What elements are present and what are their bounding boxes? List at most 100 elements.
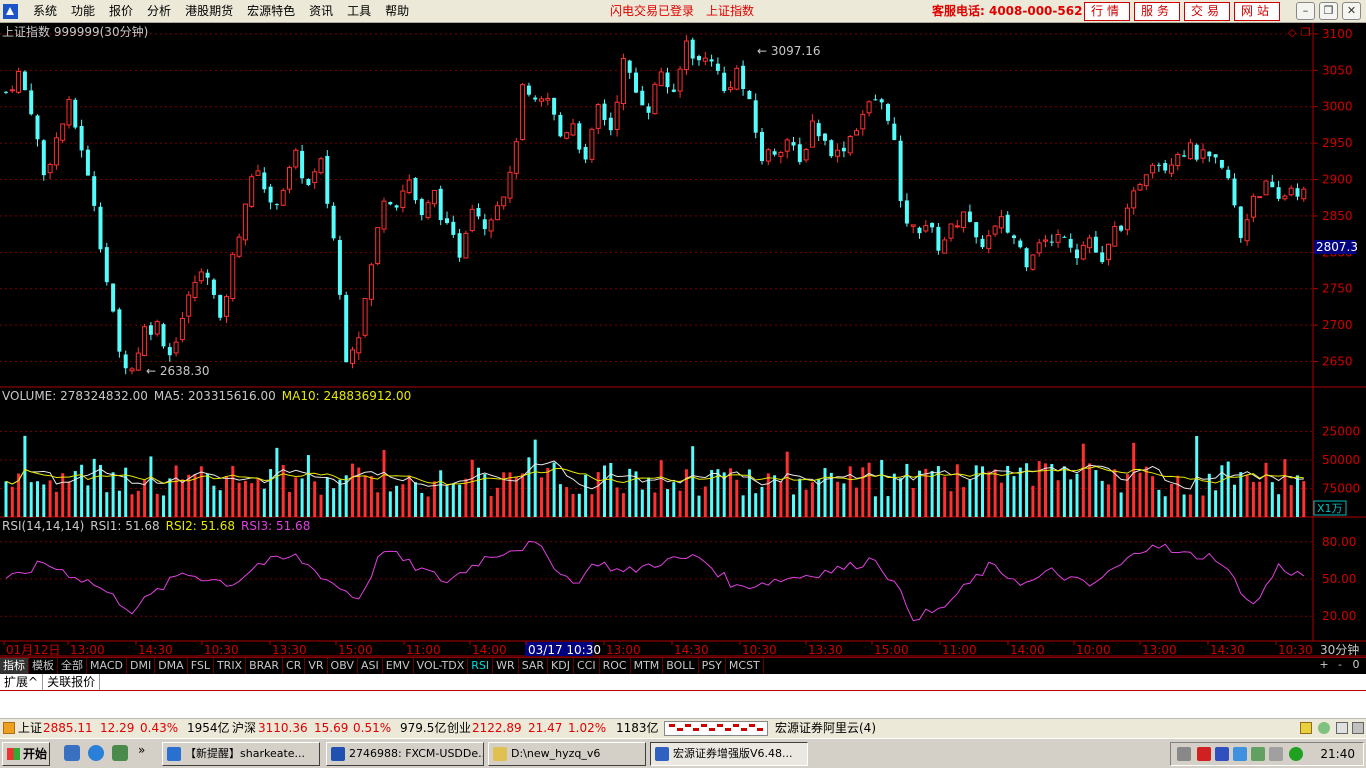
volume-bar (596, 472, 600, 517)
volume-icon[interactable] (1251, 747, 1265, 761)
indicator-tab-asi[interactable]: ASI (358, 658, 383, 674)
indicator-tab-cr[interactable]: CR (283, 658, 306, 674)
indicator-tab-kdj[interactable]: KDJ (548, 658, 574, 674)
candle-body (501, 196, 507, 207)
indicator-tab-boll[interactable]: BOLL (663, 658, 699, 674)
task-label: 【新提醒】sharkeate... (185, 747, 306, 760)
security-icon[interactable] (1215, 747, 1229, 761)
menu-item-1[interactable]: 功能 (64, 0, 102, 23)
close-button[interactable]: ✕ (1342, 2, 1361, 20)
candle-body (1219, 159, 1224, 168)
status-icon (3, 722, 15, 734)
indicator-tab-brar[interactable]: BRAR (246, 658, 284, 674)
indicator-tab-dmi[interactable]: DMI (127, 658, 156, 674)
menu-item-0[interactable]: 系统 (26, 0, 64, 23)
indicator-tab-sar[interactable]: SAR (519, 658, 549, 674)
quicklaunch-more-icon[interactable]: » (138, 743, 145, 757)
indicator-tab-psy[interactable]: PSY (699, 658, 726, 674)
indicator-tab-cci[interactable]: CCI (574, 658, 600, 674)
window-icon[interactable] (112, 745, 128, 761)
candle-body (577, 123, 582, 150)
indicator-tab-trix[interactable]: TRIX (214, 658, 247, 674)
shield-icon[interactable] (1233, 747, 1247, 761)
volume-bar (1207, 473, 1211, 517)
volume-bar (111, 472, 115, 517)
update-icon[interactable] (1289, 747, 1303, 761)
indicator-tab-roc[interactable]: ROC (600, 658, 631, 674)
candle-body (300, 150, 305, 179)
indicator-tab-模板[interactable]: 模板 (29, 658, 58, 674)
indicator-tab-emv[interactable]: EMV (383, 658, 414, 674)
candle-body (1119, 225, 1124, 231)
chart-area[interactable]: 上证指数 999999(30分钟) ◇ ❐ ← 3097.16 ← 2638.3… (0, 23, 1366, 657)
network-icon[interactable] (1318, 722, 1330, 734)
candle-body (350, 349, 355, 364)
connection-icon[interactable] (1336, 722, 1348, 734)
candle-body (967, 211, 972, 222)
indicator-tab-mcst[interactable]: MCST (726, 658, 764, 674)
start-button[interactable]: 开始 (2, 742, 50, 766)
antivirus-icon[interactable] (1197, 747, 1211, 761)
time-label: 13:00 (606, 643, 641, 657)
taskbar-task-0[interactable]: 【新提醒】sharkeate... (162, 742, 320, 766)
period-label[interactable]: 30分钟 (1320, 642, 1359, 657)
indicator-tab-全部[interactable]: 全部 (58, 658, 87, 674)
candle-body (791, 142, 796, 146)
extension-tabs: 扩展^ 关联报价 (0, 674, 1366, 691)
indicator-tab-rsi[interactable]: RSI (468, 658, 494, 674)
volume-bar (351, 463, 354, 517)
volume-bar (546, 467, 550, 517)
volume-bar (514, 476, 518, 517)
menu-item-8[interactable]: 帮助 (378, 0, 416, 23)
indicator-tab-mtm[interactable]: MTM (631, 658, 664, 674)
keyboard-icon[interactable] (1177, 747, 1191, 761)
indicator-tab-vol-tdx[interactable]: VOL-TDX (414, 658, 469, 674)
candle-body (665, 72, 670, 88)
volume-bar (10, 486, 14, 517)
extension-tab-1[interactable]: 关联报价 (43, 674, 101, 690)
quick-link-2[interactable]: 交易 (1184, 2, 1230, 21)
extension-tab-0[interactable]: 扩展^ (0, 674, 44, 690)
menu-item-7[interactable]: 工具 (340, 0, 378, 23)
zoom-button-0[interactable]: + (1316, 657, 1332, 673)
zoom-button-1[interactable]: - (1332, 657, 1348, 673)
indicator-tab-macd[interactable]: MACD (87, 658, 127, 674)
minimize-button[interactable]: – (1296, 2, 1315, 20)
menu-item-4[interactable]: 港股期货 (178, 0, 240, 23)
volume-tick-label: 75000 (1322, 482, 1360, 496)
zoom-button-2[interactable]: 0 (1348, 657, 1364, 673)
menu-item-3[interactable]: 分析 (140, 0, 178, 23)
server-name[interactable]: 宏源证券阿里云(4) (775, 719, 876, 738)
menu-item-5[interactable]: 宏源特色 (240, 0, 302, 23)
indicator-tab-wr[interactable]: WR (493, 658, 519, 674)
indicator-tab-fsl[interactable]: FSL (188, 658, 214, 674)
indicator-tab-obv[interactable]: OBV (328, 658, 358, 674)
quick-link-1[interactable]: 服务 (1134, 2, 1180, 21)
sh-name: 上证 (18, 721, 43, 735)
current-index-name[interactable]: 上证指数 (706, 0, 754, 22)
candle-body (1276, 187, 1281, 199)
start-label: 开始 (23, 747, 48, 761)
quick-link-0[interactable]: 行情 (1084, 2, 1130, 21)
menu-item-6[interactable]: 资讯 (302, 0, 340, 23)
candle-body (1150, 164, 1156, 174)
indicator-tab-dma[interactable]: DMA (155, 658, 188, 674)
taskbar-task-3[interactable]: 宏源证券增强版V6.48... (650, 742, 808, 766)
indicator-tab-vr[interactable]: VR (305, 658, 328, 674)
candle-body (558, 114, 563, 137)
diamond-icon[interactable]: ◇ (1288, 26, 1297, 39)
indicator-tab-指标[interactable]: 指标 (0, 658, 29, 674)
show-desktop-icon[interactable] (64, 745, 80, 761)
menu-item-2[interactable]: 报价 (102, 0, 140, 23)
info-icon[interactable] (1352, 722, 1364, 734)
taskbar-task-1[interactable]: 2746988: FXCM-USDDe... (326, 742, 484, 766)
candle-body (671, 89, 676, 92)
taskbar-task-2[interactable]: D:\new_hyzq_v6 (488, 742, 646, 766)
restore-button[interactable]: ❐ (1319, 2, 1338, 20)
tray-lock-icon[interactable] (1300, 722, 1312, 734)
clock: 21:40 (1320, 747, 1355, 761)
copy-icon[interactable]: ❐ (1301, 26, 1311, 39)
speaker-icon[interactable] (1269, 747, 1283, 761)
quick-link-3[interactable]: 网站 (1234, 2, 1280, 21)
ie-icon[interactable] (88, 745, 104, 761)
